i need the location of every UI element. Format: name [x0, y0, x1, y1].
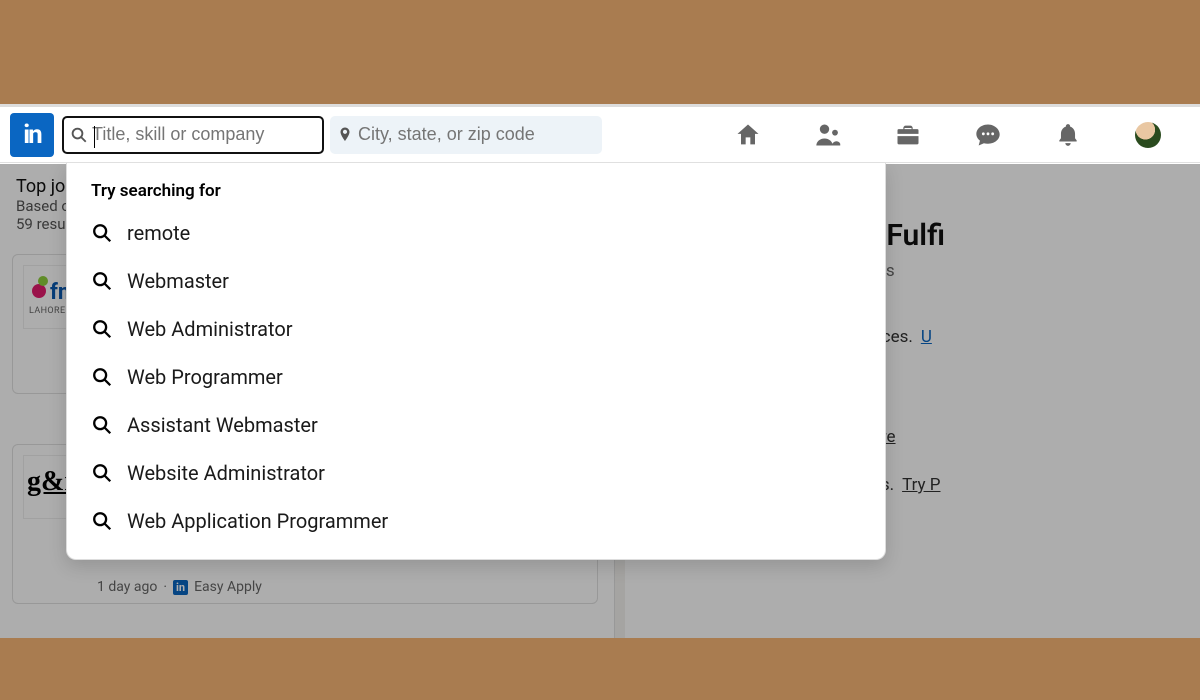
- nav-home[interactable]: [708, 107, 788, 163]
- search-icon: [91, 414, 113, 436]
- nav-network[interactable]: [788, 107, 868, 163]
- search-title-input[interactable]: [90, 123, 316, 146]
- suggestion-text: Web Programmer: [127, 365, 283, 389]
- search-area: [62, 116, 602, 154]
- search-title-box[interactable]: [62, 116, 324, 154]
- suggestion-item[interactable]: Assistant Webmaster: [77, 401, 875, 449]
- linkedin-logo[interactable]: in: [10, 113, 54, 157]
- suggestion-text: Web Application Programmer: [127, 509, 388, 533]
- search-icon: [91, 270, 113, 292]
- search-icon: [68, 124, 90, 146]
- suggestion-item[interactable]: Website Administrator: [77, 449, 875, 497]
- search-location-input[interactable]: [356, 123, 596, 146]
- search-icon: [91, 222, 113, 244]
- nav-icons: [708, 107, 1188, 163]
- suggestion-text: Webmaster: [127, 269, 229, 293]
- nav-jobs[interactable]: [868, 107, 948, 163]
- suggestion-item[interactable]: Web Programmer: [77, 353, 875, 401]
- search-suggestions-dropdown: Try searching for remote Webmaster Web Adm…: [66, 163, 886, 560]
- nav-notifications[interactable]: [1028, 107, 1108, 163]
- suggestion-text: Assistant Webmaster: [127, 413, 318, 437]
- suggestion-item[interactable]: Web Administrator: [77, 305, 875, 353]
- avatar-icon: [1135, 122, 1161, 148]
- search-icon: [91, 462, 113, 484]
- nav-messaging[interactable]: [948, 107, 1028, 163]
- suggestion-text: Website Administrator: [127, 461, 325, 485]
- suggestions-heading: Try searching for: [91, 181, 875, 201]
- nav-me[interactable]: [1108, 107, 1188, 163]
- top-nav: in: [0, 107, 1200, 163]
- text-caret: [94, 126, 95, 148]
- linkedin-logo-text: in: [23, 120, 40, 150]
- suggestion-item[interactable]: remote: [77, 209, 875, 257]
- search-location-box[interactable]: [330, 116, 602, 154]
- suggestion-item[interactable]: Web Application Programmer: [77, 497, 875, 545]
- search-icon: [91, 510, 113, 532]
- location-pin-icon: [334, 124, 356, 146]
- search-icon: [91, 366, 113, 388]
- suggestion-text: Web Administrator: [127, 317, 293, 341]
- search-icon: [91, 318, 113, 340]
- suggestion-item[interactable]: Webmaster: [77, 257, 875, 305]
- suggestion-text: remote: [127, 221, 190, 245]
- app-window: in: [0, 107, 1200, 638]
